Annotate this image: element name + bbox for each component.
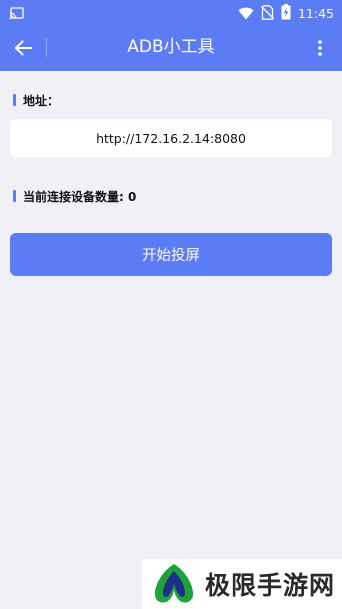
overflow-menu-button[interactable]: [308, 36, 332, 60]
device-count-text: 当前连接设备数量: 0: [23, 189, 137, 204]
section-accent-bar: [13, 94, 16, 106]
app-bar-divider: [46, 38, 47, 57]
logo-icon: [154, 564, 194, 603]
watermark: 极限手游网: [142, 559, 342, 609]
page-title: ADB小工具: [127, 37, 215, 57]
no-sim-icon: [261, 4, 274, 24]
status-time: 11:45: [297, 6, 334, 21]
back-button[interactable]: [11, 36, 35, 60]
address-input[interactable]: [10, 119, 332, 157]
wifi-icon: [238, 5, 254, 24]
arrow-back-icon: [14, 40, 32, 56]
more-vertical-icon: [318, 40, 322, 56]
device-count-label: 当前连接设备数量: 0: [13, 189, 137, 204]
app-bar: ADB小工具: [0, 24, 342, 71]
status-bar: 11:45: [0, 0, 342, 24]
address-label: 地址：: [13, 93, 60, 108]
start-casting-button[interactable]: 开始投屏: [10, 233, 332, 276]
section-accent-bar: [13, 190, 16, 202]
address-label-text: 地址：: [23, 93, 60, 108]
cast-icon: [9, 5, 24, 24]
battery-charging-icon: [281, 4, 291, 24]
watermark-text: 极限手游网: [205, 571, 336, 600]
